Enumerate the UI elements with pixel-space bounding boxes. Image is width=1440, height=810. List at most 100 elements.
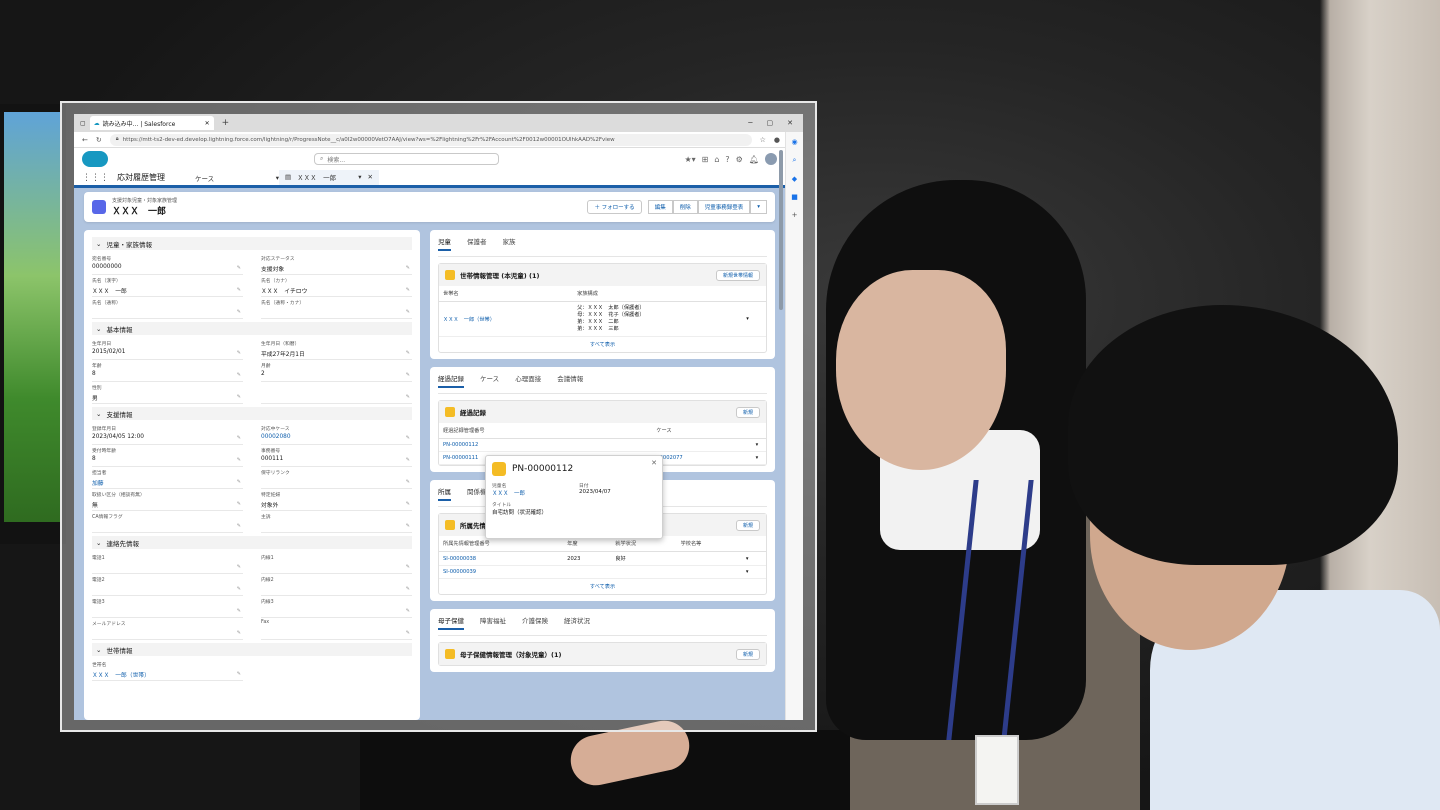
section-header[interactable]: ⌄ 支援情報: [92, 407, 412, 420]
trailhead-icon[interactable]: ⌂: [714, 155, 719, 164]
salesforce-logo-icon[interactable]: [82, 151, 108, 167]
column-header[interactable]: 家族構成: [573, 286, 743, 302]
field-value[interactable]: 00002080: [261, 434, 412, 440]
copilot-icon[interactable]: ◉: [791, 138, 797, 146]
tab-progress-notes[interactable]: 経過記録: [438, 373, 464, 388]
favorites-star-icon[interactable]: ★▾: [684, 155, 695, 164]
close-popup-icon[interactable]: ✕: [651, 459, 657, 467]
edit-pencil-icon[interactable]: ✎: [406, 630, 410, 636]
edit-button[interactable]: 編集: [647, 200, 673, 214]
edit-pencil-icon[interactable]: ✎: [237, 523, 241, 529]
close-tab-icon[interactable]: ✕: [368, 173, 373, 181]
new-progress-button[interactable]: 新規: [735, 406, 760, 418]
tools-icon[interactable]: ◆: [792, 175, 797, 183]
row-menu-icon[interactable]: ▾: [741, 551, 766, 566]
edit-pencil-icon[interactable]: ✎: [237, 501, 241, 507]
edit-pencil-icon[interactable]: ✎: [237, 586, 241, 592]
tab-guardian[interactable]: 保護者: [467, 236, 487, 251]
edit-pencil-icon[interactable]: ✎: [237, 608, 241, 614]
household-name-link[interactable]: ＸＸＸ 一郎（世帯）: [439, 301, 574, 337]
edit-pencil-icon[interactable]: ✎: [237, 265, 241, 271]
tab-actions-icon[interactable]: ▢: [80, 120, 86, 127]
favorites-icon[interactable]: ☆: [760, 136, 766, 144]
global-search-input[interactable]: ⌕ 検索...: [314, 153, 499, 165]
browser-tab[interactable]: ☁ 読み込み中... | Salesforce ✕: [89, 116, 214, 130]
add-icon[interactable]: ⊞: [702, 155, 709, 164]
tab-affiliation[interactable]: 所属: [438, 486, 451, 501]
tab-economic-status[interactable]: 経済状況: [564, 615, 590, 630]
nav-item-cases[interactable]: ケース ▾: [195, 173, 279, 183]
row-menu-icon[interactable]: ▾: [751, 438, 766, 452]
edit-pencil-icon[interactable]: ✎: [237, 309, 241, 315]
follow-button[interactable]: ＋ フォローする: [587, 200, 642, 214]
popup-title[interactable]: PN-00000112: [512, 464, 573, 474]
outlook-icon[interactable]: ■: [791, 193, 798, 201]
new-tab-icon[interactable]: +: [218, 118, 234, 128]
register-button[interactable]: 児童事務録登表: [697, 200, 751, 214]
row-menu-icon[interactable]: ▾: [742, 301, 766, 337]
view-all-link[interactable]: すべて表示: [439, 579, 766, 594]
edit-pencil-icon[interactable]: ✎: [406, 372, 410, 378]
case-link[interactable]: [506, 438, 752, 452]
tab-disability-welfare[interactable]: 障害福祉: [480, 615, 506, 630]
edit-pencil-icon[interactable]: ✎: [406, 608, 410, 614]
field-value[interactable]: 加藤: [92, 478, 243, 487]
edit-pencil-icon[interactable]: ✎: [406, 350, 410, 356]
more-actions-chevron-icon[interactable]: ▾: [750, 200, 767, 214]
edit-pencil-icon[interactable]: ✎: [406, 523, 410, 529]
search-sidebar-icon[interactable]: ⌕: [793, 156, 797, 165]
affiliation-id-link[interactable]: SI-00000039: [439, 565, 564, 579]
edit-pencil-icon[interactable]: ✎: [237, 457, 241, 463]
progress-id-link[interactable]: PN-00000112: [439, 438, 507, 452]
edit-pencil-icon[interactable]: ✎: [406, 287, 410, 293]
column-header[interactable]: ケース: [506, 423, 752, 439]
edit-pencil-icon[interactable]: ✎: [237, 671, 241, 677]
reload-icon[interactable]: ↻: [96, 136, 102, 144]
tab-child[interactable]: 児童: [438, 236, 451, 251]
edit-pencil-icon[interactable]: ✎: [237, 435, 241, 441]
view-all-link[interactable]: すべて表示: [439, 337, 766, 352]
column-header[interactable]: 経過記録管理番号: [439, 423, 507, 439]
tab-interviews[interactable]: 心理面接: [515, 373, 541, 388]
popup-child-link[interactable]: ＸＸＸ 一郎: [492, 489, 569, 497]
tab-care-insurance[interactable]: 介護保険: [522, 615, 548, 630]
section-header[interactable]: ⌄ 児童・家族情報: [92, 237, 412, 250]
chevron-down-icon[interactable]: ⌄: [96, 325, 101, 333]
edit-pencil-icon[interactable]: ✎: [237, 372, 241, 378]
edit-pencil-icon[interactable]: ✎: [406, 457, 410, 463]
notification-bell-icon[interactable]: 🔔︎: [749, 155, 759, 164]
page-scrollbar[interactable]: [779, 150, 783, 310]
row-menu-icon[interactable]: ▾: [751, 451, 766, 465]
edit-pencil-icon[interactable]: ✎: [237, 394, 241, 400]
field-value[interactable]: ＸＸＸ 一郎（世帯）: [92, 670, 243, 679]
edit-pencil-icon[interactable]: ✎: [237, 564, 241, 570]
section-header[interactable]: ⌄ 連絡先情報: [92, 536, 412, 549]
help-icon[interactable]: ?: [725, 155, 729, 164]
minimize-icon[interactable]: ─: [748, 119, 752, 127]
close-tab-icon[interactable]: ✕: [205, 120, 210, 127]
row-menu-icon[interactable]: ▾: [741, 565, 766, 579]
section-header[interactable]: ⌄ 世帯情報: [92, 643, 412, 656]
chevron-down-icon[interactable]: ⌄: [96, 240, 101, 248]
section-header[interactable]: ⌄ 基本情報: [92, 322, 412, 335]
url-field[interactable]: 🔒︎ https://mtt-ts2-dev-ed.develop.lightn…: [109, 133, 752, 146]
new-household-button[interactable]: 新規世帯情報: [715, 269, 760, 281]
back-icon[interactable]: ←: [82, 136, 88, 144]
tab-meetings[interactable]: 会議情報: [557, 373, 583, 388]
new-affiliation-button[interactable]: 新規: [735, 519, 760, 531]
chevron-down-icon[interactable]: ⌄: [96, 539, 101, 547]
column-header[interactable]: 世帯名: [439, 286, 574, 302]
edit-pencil-icon[interactable]: ✎: [237, 479, 241, 485]
nav-tab-record[interactable]: ▤ ＸＸＸ 一郎 ▾ ✕: [279, 168, 379, 187]
profile-icon[interactable]: ●: [774, 136, 780, 144]
new-maternal-button[interactable]: 新規: [735, 648, 760, 660]
column-header[interactable]: 学校名等: [676, 536, 742, 552]
setup-gear-icon[interactable]: ⚙: [736, 155, 743, 164]
tab-maternal-health[interactable]: 母子保健: [438, 615, 464, 630]
edit-pencil-icon[interactable]: ✎: [406, 564, 410, 570]
close-window-icon[interactable]: ✕: [787, 119, 793, 127]
edit-pencil-icon[interactable]: ✎: [406, 435, 410, 441]
app-launcher-icon[interactable]: ⋮⋮⋮: [82, 173, 109, 183]
edit-pencil-icon[interactable]: ✎: [237, 350, 241, 356]
chevron-down-icon[interactable]: ⌄: [96, 410, 101, 418]
